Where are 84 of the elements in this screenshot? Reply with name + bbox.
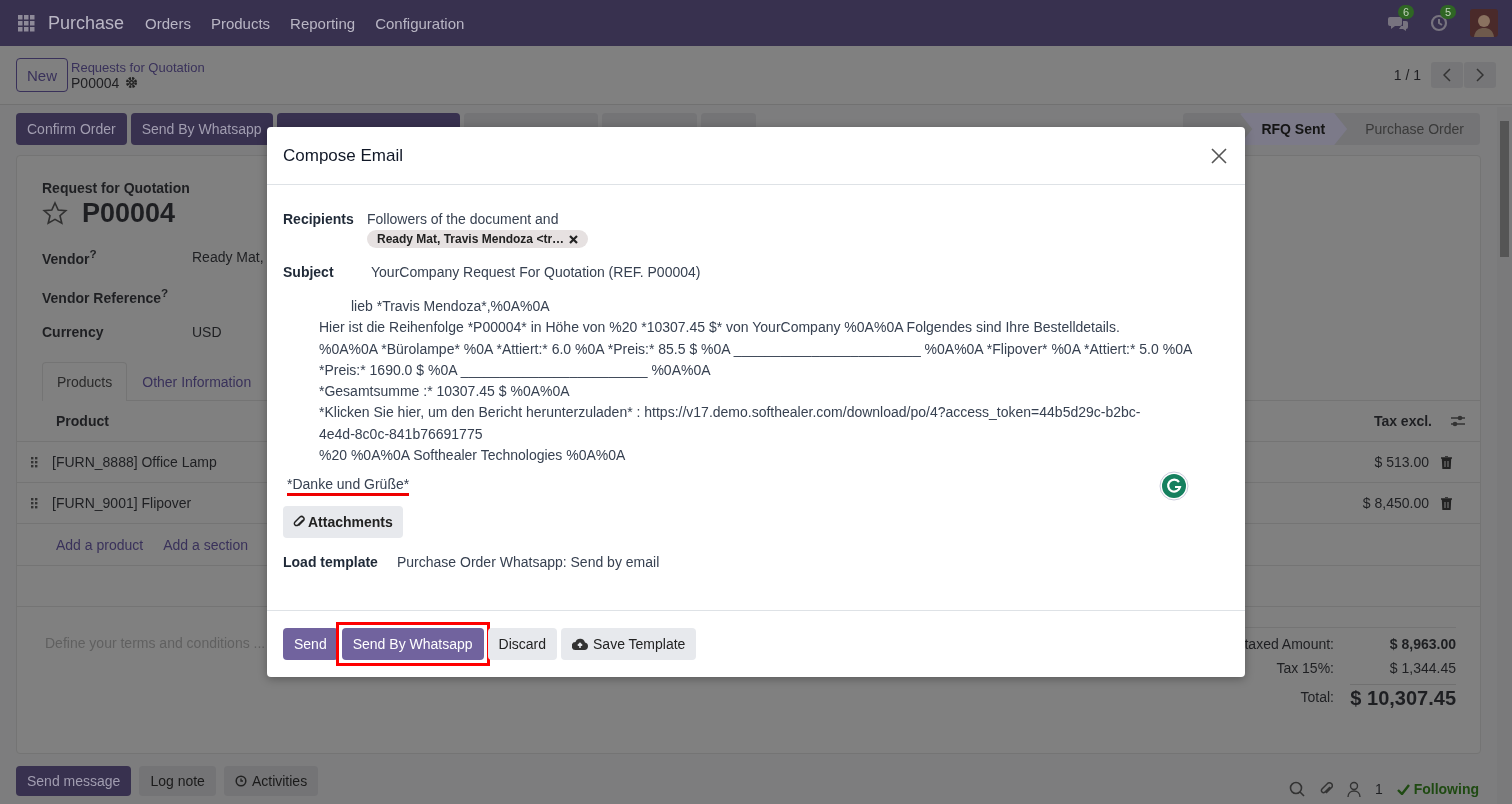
- chatter-button[interactable]: Activities: [223, 766, 319, 796]
- action-button[interactable]: Send By Whatsapp: [130, 113, 273, 145]
- table-cell: [FURN_8888] Office Lamp: [52, 454, 217, 471]
- field-label: Currency: [42, 324, 105, 341]
- add-line-link[interactable]: Add a product: [56, 536, 144, 553]
- app-name[interactable]: Purchase: [48, 12, 125, 34]
- previous-button[interactable]: [1431, 62, 1463, 88]
- new-button[interactable]: New: [16, 58, 68, 92]
- notification-badge: 6: [1398, 5, 1415, 19]
- template-field[interactable]: Purchase Order Whatsapp: Send by email: [397, 554, 1229, 571]
- settings-icon[interactable]: [125, 76, 139, 89]
- clock-icon[interactable]: [1430, 14, 1448, 32]
- total-label: Tax 15%:: [1276, 660, 1334, 677]
- field-label: Load template: [283, 554, 379, 571]
- clock-icon: [234, 775, 247, 787]
- field-label: Recipients: [283, 211, 355, 229]
- dialog-title: Compose Email: [283, 145, 403, 166]
- total-label: Total:: [1300, 689, 1334, 706]
- chatter-button[interactable]: Log note: [139, 766, 216, 796]
- next-button[interactable]: [1464, 62, 1496, 88]
- menu-item[interactable]: Products: [210, 14, 271, 32]
- field-value: Ready Mat,: [192, 248, 264, 265]
- pager-value: 1 / 1: [1393, 67, 1421, 83]
- notification-badge: 5: [1440, 5, 1457, 19]
- form-tab[interactable]: Products: [42, 362, 128, 402]
- close-icon: [1211, 147, 1227, 164]
- menu-item[interactable]: Orders: [145, 14, 191, 32]
- field-label: Vendor Reference$^{?}$: [42, 285, 170, 306]
- remove-icon[interactable]: [569, 234, 579, 244]
- trash-icon[interactable]: [1441, 496, 1452, 510]
- subject-field[interactable]: YourCompany Request For Quotation (REF. P00004): [371, 264, 1229, 280]
- refresh-circle-icon[interactable]: [1159, 471, 1189, 502]
- form-caption: Request for Quotation: [42, 180, 191, 196]
- total-label: taxed Amount:: [1244, 636, 1334, 653]
- search-icon[interactable]: [1288, 781, 1305, 797]
- dialog-button[interactable]: Send By Whatsapp: [341, 627, 484, 660]
- trash-icon[interactable]: [1441, 455, 1452, 469]
- chevron-right-icon: [1476, 68, 1484, 82]
- table-cell: $ 513.00: [1374, 454, 1429, 471]
- total-value: $ 10,307.45: [1350, 684, 1456, 711]
- field-value: USD: [192, 324, 222, 341]
- following-button[interactable]: Following: [1396, 774, 1479, 804]
- dialog-button[interactable]: Discard: [487, 627, 558, 660]
- record-title: P00004: [82, 198, 176, 229]
- status-step[interactable]: Purchase Order: [1347, 113, 1480, 145]
- status-step[interactable]: RFQ Sent: [1239, 113, 1348, 145]
- chevron-left-icon: [1443, 68, 1451, 82]
- sliders-icon[interactable]: [1450, 414, 1466, 429]
- paperclip-icon[interactable]: [1318, 781, 1333, 797]
- add-line-link[interactable]: Add a section: [163, 536, 248, 553]
- breadcrumb-link[interactable]: Requests for Quotation: [71, 59, 205, 75]
- close-button[interactable]: [1209, 145, 1229, 166]
- column-header: Product: [56, 413, 109, 430]
- table-cell: [FURN_9001] Flipover: [52, 495, 192, 512]
- total-value: $ 8,963.00: [1389, 636, 1456, 653]
- user-avatar[interactable]: [1470, 9, 1498, 37]
- field-label: Subject: [283, 264, 335, 280]
- total-value: $ 1,344.45: [1389, 660, 1456, 677]
- star-icon[interactable]: [42, 200, 68, 227]
- action-button[interactable]: Confirm Order: [16, 113, 127, 145]
- recipients-text: Followers of the document and: [367, 211, 560, 227]
- record-name: P00004: [71, 74, 120, 91]
- apps-menu-icon[interactable]: [18, 14, 35, 32]
- dialog-button[interactable]: Save Template: [561, 627, 697, 660]
- field-label: Vendor$^{?}$: [42, 247, 98, 267]
- drag-handle-icon[interactable]: [31, 456, 38, 468]
- tag-label: Ready Mat, Travis Mendoza <tr…: [377, 232, 565, 246]
- attachments-button[interactable]: Attachments: [283, 506, 403, 539]
- menu-item[interactable]: Reporting: [290, 14, 356, 32]
- signoff-text: *Danke und Grüße*: [287, 476, 410, 497]
- check-icon: [1396, 783, 1410, 795]
- recipient-tag[interactable]: Ready Mat, Travis Mendoza <tr…: [367, 230, 589, 248]
- form-tab[interactable]: Other Information: [127, 362, 267, 401]
- drag-handle-icon[interactable]: [31, 497, 38, 509]
- menu-item[interactable]: Configuration: [375, 14, 465, 32]
- person-icon[interactable]: [1346, 781, 1361, 797]
- dialog-button[interactable]: Send: [283, 627, 338, 660]
- follower-count[interactable]: 1: [1374, 781, 1383, 797]
- column-header: Tax excl.: [1373, 413, 1432, 430]
- chat-icon[interactable]: [1388, 14, 1408, 32]
- table-cell: $ 8,450.00: [1362, 495, 1429, 512]
- email-body[interactable]: lieb *Travis Mendoza*,%0A%0A Hier ist die Reihenfolge *P00004* in Höhe von %20 *10307.45 $* von YourCompany %0A%0A Folgendes sind Ihre Bestelldetails. %0A%0A *Bürolampe* %0A *Attiert:* 6.0 %0A *Preis:* 85.5 $ %0A ________________________ %0A%0A *Flipover* %0A *Attiert:* 5.0 %0A *Preis:* 1690.0 $ %0A ________________________ %0A%0A *Gesamtsumme :* 10307.45 $ %0A%0A *Klicken Sie hier, um den Bericht herunterzuladen* : https://v17.demo.softhealer.com/download/po/4?access_token=44b5d29c-b2bc- 4e4d-8c0c-841b76691775 %20 %0A%0A Softhealer Technologies %0A%0A: [283, 296, 1229, 467]
- chatter-button[interactable]: Send message: [16, 766, 132, 796]
- cloud-upload-icon: [572, 637, 589, 650]
